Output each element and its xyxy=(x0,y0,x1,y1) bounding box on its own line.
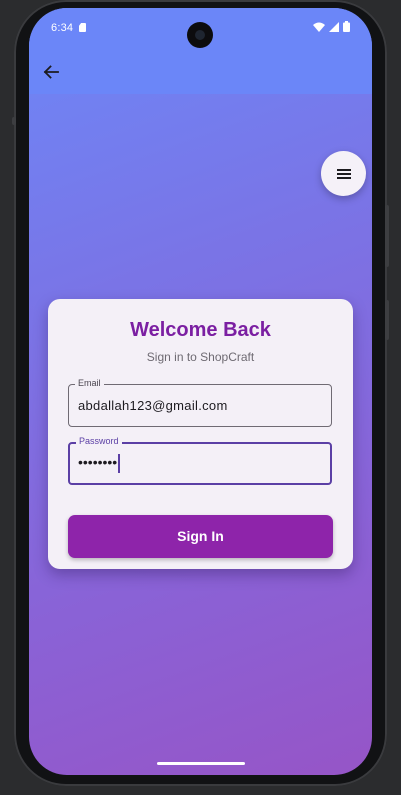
menu-icon xyxy=(336,168,351,179)
text-caret xyxy=(118,454,121,473)
power-button xyxy=(385,205,389,267)
system-icons xyxy=(313,21,350,32)
volume-button xyxy=(385,300,389,340)
status-time: 6:34 xyxy=(51,22,74,34)
sign-in-button[interactable]: Sign In xyxy=(68,515,333,558)
password-value: •••••••• xyxy=(78,454,118,471)
email-field[interactable]: Email abdallah123@gmail.com xyxy=(68,378,332,427)
password-label: Password xyxy=(76,436,122,446)
password-value-wrap: •••••••• xyxy=(78,454,121,473)
menu-button[interactable] xyxy=(321,151,366,196)
login-subtitle: Sign in to ShopCraft xyxy=(146,350,255,364)
front-camera xyxy=(187,22,213,48)
wifi-icon xyxy=(313,22,325,32)
sd-card-icon xyxy=(79,23,86,32)
login-card: Welcome Back Sign in to ShopCraft Email … xyxy=(48,299,353,569)
arrow-back-icon xyxy=(43,65,59,79)
password-field[interactable]: Password •••••••• xyxy=(68,436,332,485)
home-indicator[interactable] xyxy=(157,762,245,765)
side-notch xyxy=(12,117,16,125)
battery-icon xyxy=(343,21,350,32)
login-title: Welcome Back xyxy=(130,319,271,341)
email-label: Email xyxy=(75,378,104,388)
back-button[interactable] xyxy=(37,58,65,86)
signal-icon xyxy=(329,21,339,32)
app-screen: 6:34 Welcome Back Sign in to ShopCraft E… xyxy=(29,8,372,775)
email-value: abdallah123@gmail.com xyxy=(78,398,228,413)
status-bar: 6:34 xyxy=(29,8,372,48)
